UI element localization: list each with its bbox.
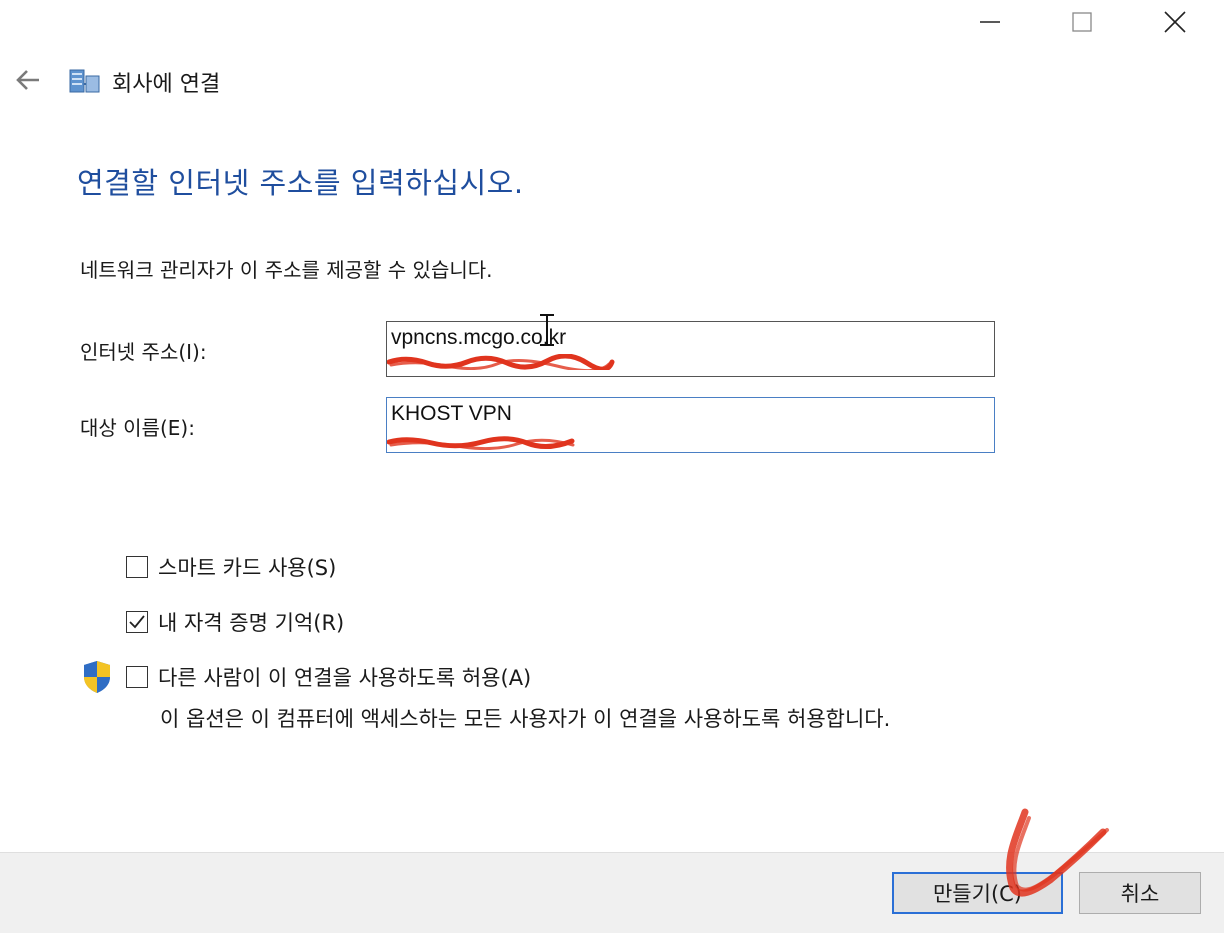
smart-card-option[interactable]: 스마트 카드 사용(S) (126, 552, 336, 582)
title-bar (0, 0, 1224, 44)
smart-card-label: 스마트 카드 사용(S) (158, 556, 337, 580)
page-description: 네트워크 관리자가 이 주소를 제공할 수 있습니다. (80, 258, 493, 282)
maximize-button[interactable] (1050, 0, 1114, 44)
destination-name-value: KHOST VPN (391, 402, 512, 425)
name-label: 대상 이름(E): (80, 416, 195, 440)
minimize-button[interactable] (958, 0, 1022, 44)
redaction-scribble (387, 436, 575, 450)
remember-credentials-checkbox[interactable] (126, 611, 148, 633)
smart-card-checkbox[interactable] (126, 556, 148, 578)
allow-others-option[interactable]: 다른 사람이 이 연결을 사용하도록 허용(A) (126, 662, 531, 692)
allow-others-description: 이 옵션은 이 컴퓨터에 액세스하는 모든 사용자가 이 연결을 사용하도록 허… (160, 707, 891, 731)
page-heading: 연결할 인터넷 주소를 입력하십시오. (77, 166, 524, 200)
close-icon (1164, 11, 1186, 33)
create-button[interactable]: 만들기(C) (892, 872, 1063, 914)
back-button[interactable] (12, 64, 44, 96)
minimize-icon (980, 21, 1000, 23)
remember-credentials-option[interactable]: 내 자격 증명 기억(R) (126, 607, 344, 637)
close-button[interactable] (1143, 0, 1207, 44)
window-title: 회사에 연결 (112, 72, 221, 97)
uac-shield-icon (84, 661, 110, 693)
address-label: 인터넷 주소(I): (80, 340, 207, 364)
address-input[interactable]: vpncns.mcgo.co.kr (386, 321, 995, 377)
allow-others-checkbox[interactable] (126, 666, 148, 688)
remember-credentials-label: 내 자격 증명 기억(R) (158, 611, 345, 635)
redaction-scribble (387, 354, 615, 370)
cancel-button[interactable]: 취소 (1079, 872, 1201, 914)
back-arrow-icon (16, 70, 39, 90)
checkmark-icon (129, 615, 145, 629)
navigation-row: 회사에 연결 (0, 60, 600, 100)
vpn-network-icon (69, 69, 100, 93)
allow-others-label: 다른 사람이 이 연결을 사용하도록 허용(A) (158, 666, 532, 690)
destination-name-input[interactable]: KHOST VPN (386, 397, 995, 453)
maximize-icon (1072, 12, 1092, 32)
text-cursor-icon (540, 314, 554, 346)
